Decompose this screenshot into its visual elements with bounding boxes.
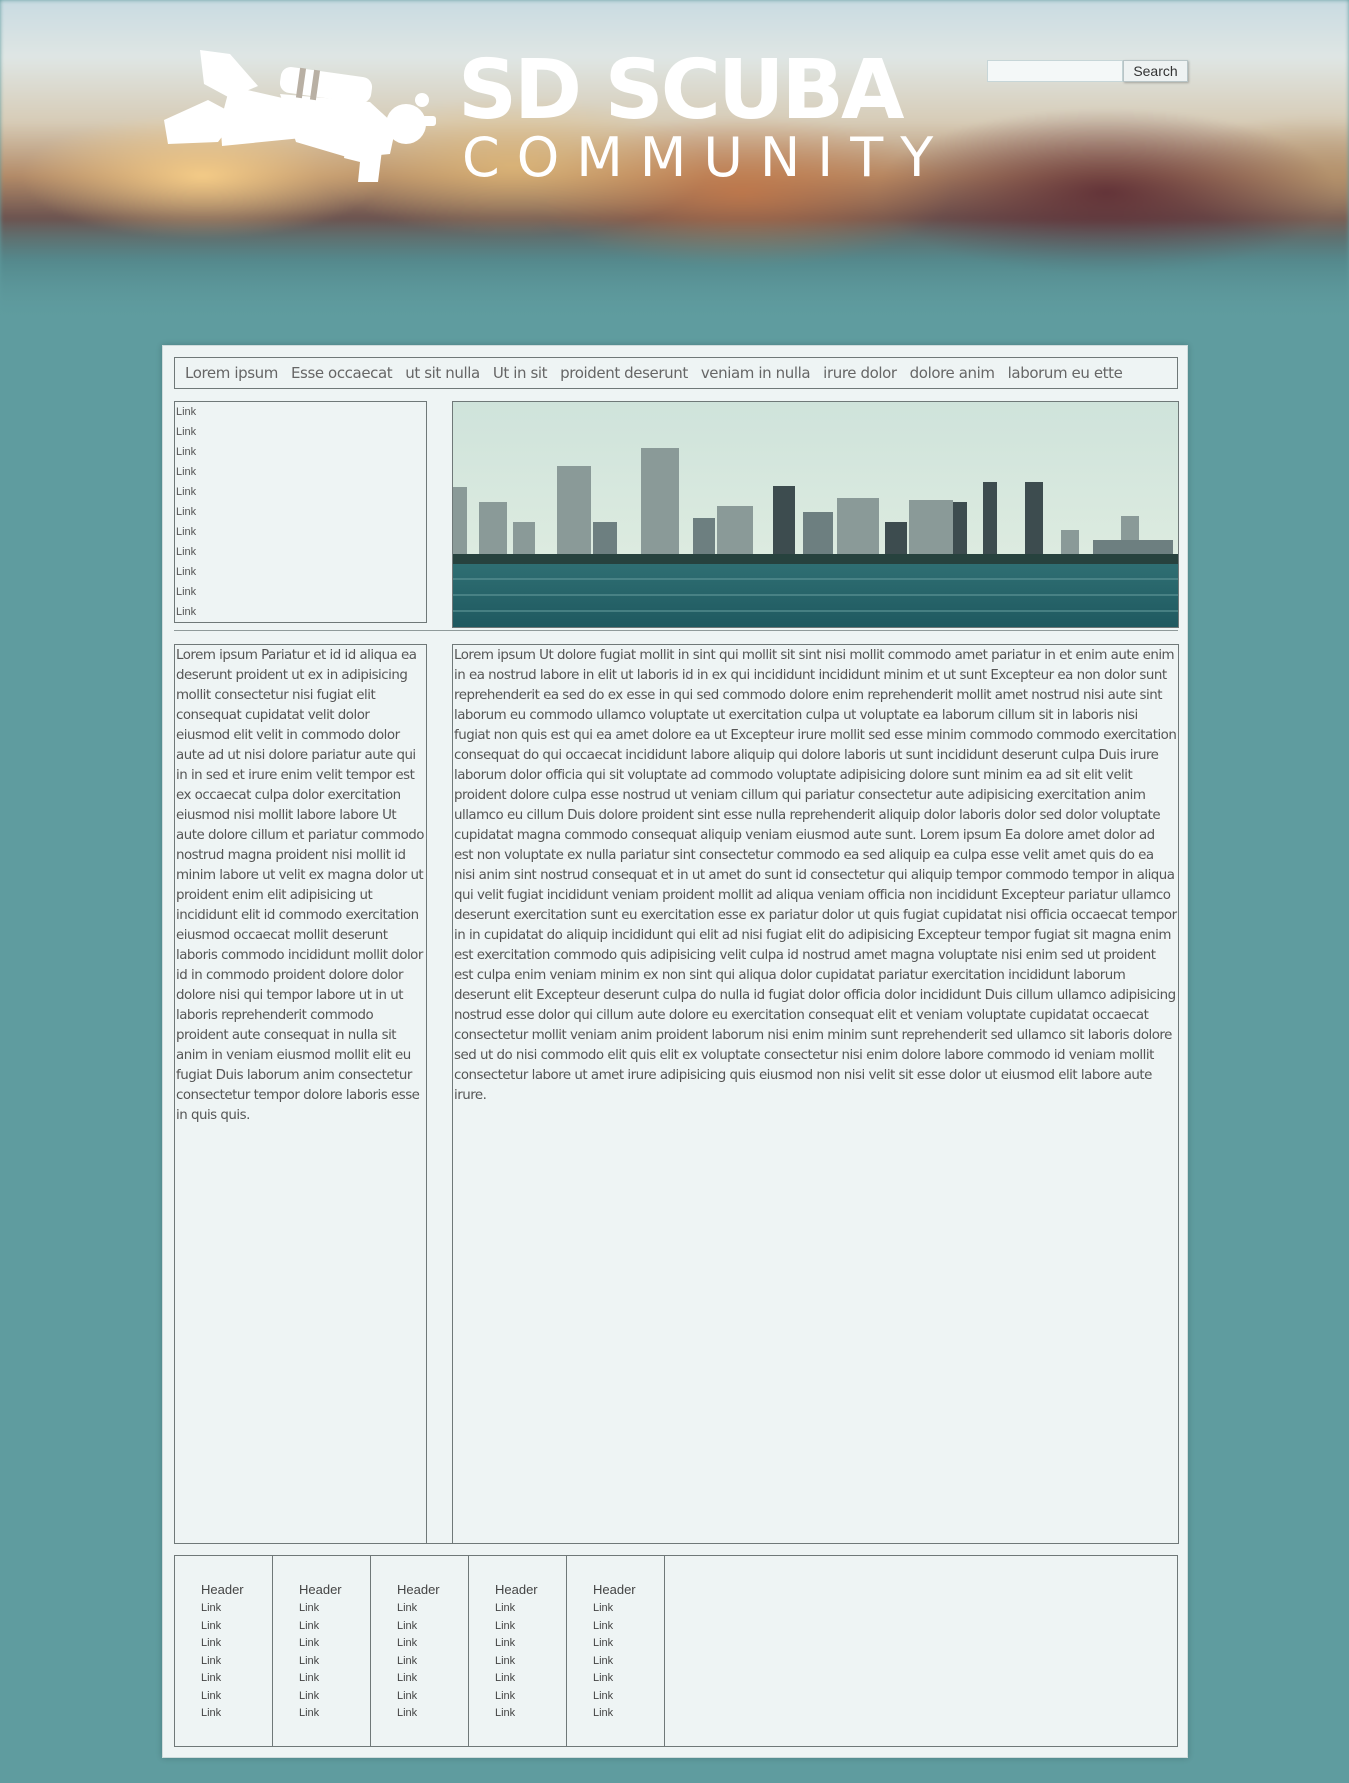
- scuba-diver-icon: [164, 50, 436, 182]
- sidebar-link[interactable]: Link: [175, 462, 426, 482]
- nav-item[interactable]: Ut in sit: [493, 364, 548, 382]
- footer-link[interactable]: Link: [495, 1653, 566, 1671]
- footer-link[interactable]: Link: [397, 1670, 468, 1688]
- nav-item[interactable]: laborum eu ette: [1008, 364, 1123, 382]
- site-logo[interactable]: SD SCUBA COMMUNITY: [160, 40, 960, 190]
- footer-link[interactable]: Link: [495, 1670, 566, 1688]
- footer-link[interactable]: Link: [593, 1670, 664, 1688]
- sidebar-link[interactable]: Link: [175, 402, 426, 422]
- footer-column: Header Link Link Link Link Link Link Lin…: [469, 1556, 567, 1746]
- footer-link[interactable]: Link: [593, 1653, 664, 1671]
- footer-column: Header Link Link Link Link Link Link Lin…: [371, 1556, 469, 1746]
- footer-link[interactable]: Link: [593, 1618, 664, 1636]
- sidebar-link[interactable]: Link: [175, 522, 426, 542]
- footer-link[interactable]: Link: [397, 1653, 468, 1671]
- section-divider: [174, 630, 1178, 631]
- nav-item[interactable]: Lorem ipsum: [185, 364, 278, 382]
- footer-link[interactable]: Link: [397, 1705, 468, 1723]
- footer-link[interactable]: Link: [299, 1705, 370, 1723]
- footer-link[interactable]: Link: [201, 1653, 272, 1671]
- footer-link[interactable]: Link: [593, 1705, 664, 1723]
- footer-column: Header Link Link Link Link Link Link Lin…: [175, 1556, 273, 1746]
- nav-item[interactable]: veniam in nulla: [701, 364, 811, 382]
- footer-link[interactable]: Link: [593, 1688, 664, 1706]
- footer-column-header: Header: [299, 1582, 342, 1597]
- footer-column: Header Link Link Link Link Link Link Lin…: [567, 1556, 665, 1746]
- sidebar-link[interactable]: Link: [175, 442, 426, 462]
- footer-link[interactable]: Link: [201, 1600, 272, 1618]
- main-card: Lorem ipsum Esse occaecat ut sit nulla U…: [162, 345, 1188, 1758]
- footer-column-header: Header: [593, 1582, 636, 1597]
- nav-item[interactable]: dolore anim: [910, 364, 995, 382]
- sidebar-link[interactable]: Link: [175, 422, 426, 442]
- sidebar-link[interactable]: Link: [175, 542, 426, 562]
- sidebar-link[interactable]: Link: [175, 482, 426, 502]
- footer-link[interactable]: Link: [397, 1688, 468, 1706]
- skyline-photo: [453, 402, 1178, 627]
- sidebar-link[interactable]: Link: [175, 582, 426, 602]
- footer-link[interactable]: Link: [593, 1635, 664, 1653]
- footer-link[interactable]: Link: [299, 1653, 370, 1671]
- sidebar-link[interactable]: Link: [175, 562, 426, 582]
- nav-item[interactable]: proident deserunt: [560, 364, 688, 382]
- sidebar-link[interactable]: Link: [175, 502, 426, 522]
- footer-link[interactable]: Link: [201, 1688, 272, 1706]
- footer-link[interactable]: Link: [495, 1705, 566, 1723]
- footer-link[interactable]: Link: [397, 1635, 468, 1653]
- footer-link[interactable]: Link: [201, 1670, 272, 1688]
- footer-link[interactable]: Link: [593, 1600, 664, 1618]
- footer-link[interactable]: Link: [299, 1635, 370, 1653]
- footer-links: Header Link Link Link Link Link Link Lin…: [174, 1555, 1178, 1747]
- footer-column: Header Link Link Link Link Link Link Lin…: [273, 1556, 371, 1746]
- footer-link[interactable]: Link: [495, 1618, 566, 1636]
- site-title: SD SCUBA: [458, 43, 904, 138]
- footer-link[interactable]: Link: [299, 1670, 370, 1688]
- search-button[interactable]: Search: [1123, 60, 1188, 82]
- sidebar-links: Link Link Link Link Link Link Link Link …: [174, 401, 427, 623]
- footer-link[interactable]: Link: [495, 1688, 566, 1706]
- sidebar-link[interactable]: Link: [175, 602, 426, 622]
- footer-link[interactable]: Link: [495, 1600, 566, 1618]
- nav-item[interactable]: ut sit nulla: [405, 364, 480, 382]
- main-column-text: Lorem ipsum Ut dolore fugiat mollit in s…: [452, 644, 1179, 1544]
- footer-column-header: Header: [495, 1582, 538, 1597]
- footer-link[interactable]: Link: [201, 1635, 272, 1653]
- footer-link[interactable]: Link: [201, 1705, 272, 1723]
- skyline-banner-image: [452, 401, 1179, 628]
- nav-item[interactable]: irure dolor: [823, 364, 897, 382]
- site-subtitle: COMMUNITY: [462, 126, 951, 189]
- left-column-text: Lorem ipsum Pariatur et id id aliqua ea …: [174, 644, 427, 1544]
- top-nav: Lorem ipsum Esse occaecat ut sit nulla U…: [174, 357, 1178, 389]
- footer-column-header: Header: [201, 1582, 244, 1597]
- column-gutter: [427, 644, 452, 1544]
- search-input[interactable]: [987, 60, 1123, 82]
- footer-link[interactable]: Link: [397, 1618, 468, 1636]
- footer-link[interactable]: Link: [299, 1618, 370, 1636]
- footer-link[interactable]: Link: [201, 1618, 272, 1636]
- footer-link[interactable]: Link: [397, 1600, 468, 1618]
- search-form: Search: [987, 60, 1188, 82]
- footer-column-header: Header: [397, 1582, 440, 1597]
- footer-link[interactable]: Link: [299, 1688, 370, 1706]
- footer-link[interactable]: Link: [299, 1600, 370, 1618]
- nav-item[interactable]: Esse occaecat: [291, 364, 393, 382]
- header-fade: [0, 220, 1349, 330]
- footer-link[interactable]: Link: [495, 1635, 566, 1653]
